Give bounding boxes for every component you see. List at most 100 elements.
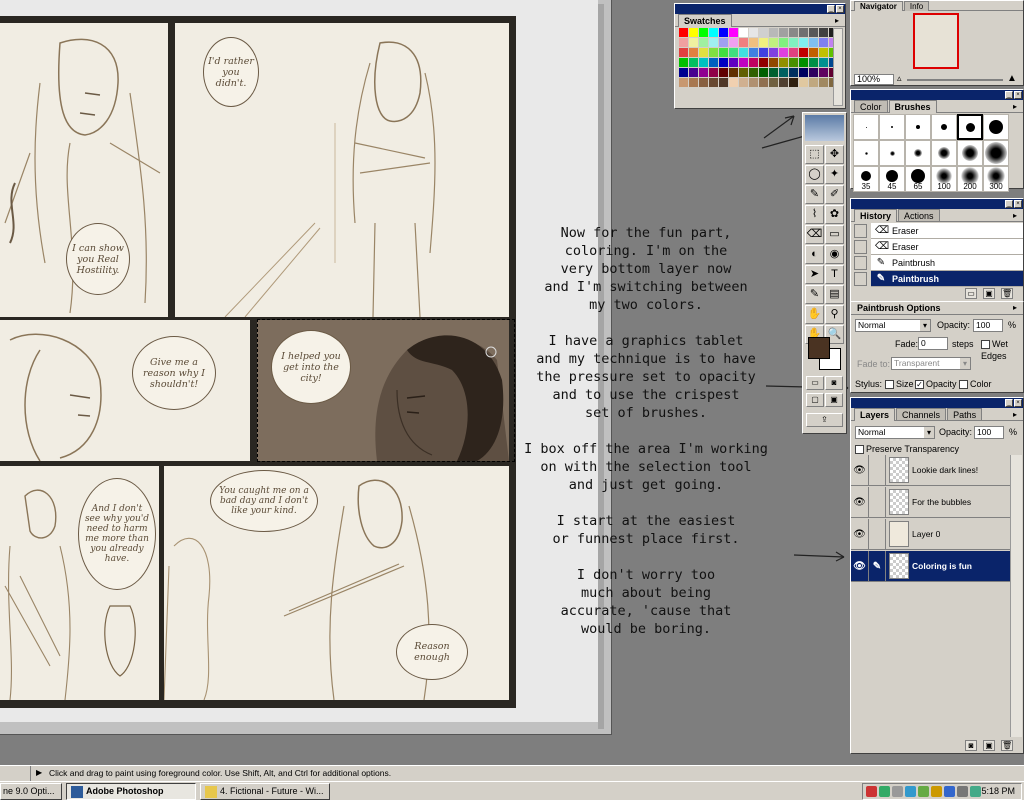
brush-preset[interactable] [983, 114, 1009, 140]
stylus-size-checkbox[interactable]: Size [885, 378, 914, 390]
color-swatch[interactable] [819, 78, 828, 87]
color-swatch[interactable] [699, 48, 708, 57]
color-swatch[interactable] [699, 78, 708, 87]
color-swatch[interactable] [759, 58, 768, 67]
trash-icon[interactable]: 🗑 [1001, 288, 1013, 299]
color-swatch[interactable] [789, 68, 798, 77]
color-swatch[interactable] [749, 28, 758, 37]
color-swatch[interactable] [759, 78, 768, 87]
color-swatch[interactable] [759, 68, 768, 77]
photoshop-logo[interactable] [805, 115, 844, 141]
color-swatch[interactable] [689, 38, 698, 47]
jump-to-imageready-button[interactable]: ⇪ [806, 413, 843, 427]
color-swatch[interactable] [739, 38, 748, 47]
add-mask-icon[interactable]: ◙ [965, 740, 977, 751]
color-swatch[interactable] [689, 78, 698, 87]
navigator-palette[interactable]: Navigator Info 100% ▵ ▲ [850, 0, 1024, 86]
color-swatch[interactable] [719, 38, 728, 47]
checkbox[interactable] [855, 445, 864, 455]
color-swatch[interactable] [789, 28, 798, 37]
brushes-palette[interactable]: _ × Color Brushes ▸ 35 45 65 100 200 300 [850, 89, 1024, 192]
layer-link-slot[interactable] [869, 454, 886, 486]
color-swatch[interactable] [719, 28, 728, 37]
tray-icon[interactable] [970, 786, 981, 797]
brush-preset-soft[interactable] [905, 140, 931, 166]
history-state[interactable]: ⌫ Eraser [871, 239, 1023, 255]
tray-icon[interactable] [918, 786, 929, 797]
tray-icon[interactable] [944, 786, 955, 797]
color-swatch[interactable] [679, 68, 688, 77]
minimize-icon[interactable]: _ [1005, 399, 1013, 407]
color-swatch[interactable] [779, 48, 788, 57]
tray-icon[interactable] [892, 786, 903, 797]
history-state[interactable]: ⌫ Eraser [871, 223, 1023, 239]
stylus-color-checkbox[interactable]: Color [959, 378, 992, 390]
color-swatch[interactable] [809, 28, 818, 37]
brush-preset[interactable] [931, 114, 957, 140]
screen-mode-full-button[interactable]: ▣ [825, 393, 843, 407]
tab-paths[interactable]: Paths [947, 408, 983, 420]
layers-palette[interactable]: _ × Layers Channels Paths ▸ Normal Opaci… [850, 397, 1024, 754]
brush-preset[interactable] [879, 114, 905, 140]
tab-layers[interactable]: Layers [854, 408, 896, 421]
color-swatch[interactable] [699, 28, 708, 37]
color-swatch[interactable] [789, 38, 798, 47]
palette-menu-icon[interactable]: ▸ [1010, 410, 1020, 420]
color-swatch[interactable] [769, 58, 778, 67]
color-swatch[interactable] [809, 58, 818, 67]
color-swatch[interactable] [709, 28, 718, 37]
brush-preset[interactable] [905, 114, 931, 140]
color-swatch[interactable] [679, 28, 688, 37]
color-swatch[interactable] [709, 58, 718, 67]
color-swatch[interactable] [739, 48, 748, 57]
layer-blend-mode-dropdown[interactable]: Normal [855, 426, 935, 439]
brush-preset-large[interactable]: 35 [853, 166, 879, 192]
eye-icon[interactable]: 👁 [851, 550, 869, 582]
preserve-transparency-checkbox[interactable]: Preserve Transparency [855, 443, 959, 455]
layer-row-selected[interactable]: 👁 ✎ Coloring is fun [851, 550, 1011, 582]
color-swatch[interactable] [799, 68, 808, 77]
palette-menu-icon[interactable]: ▸ [1010, 102, 1020, 112]
color-swatch[interactable] [729, 48, 738, 57]
color-swatch[interactable] [789, 78, 798, 87]
tool-button[interactable]: ▭ [825, 225, 844, 244]
fade-to-dropdown[interactable]: Transparent [891, 357, 971, 370]
opacity-field[interactable]: 100 [973, 319, 1003, 332]
color-swatch[interactable] [679, 78, 688, 87]
wet-edges-checkbox[interactable]: Wet Edges [981, 338, 1023, 362]
color-swatch[interactable] [719, 48, 728, 57]
color-swatch[interactable] [719, 68, 728, 77]
speaker-icon[interactable] [957, 786, 968, 797]
tool-button[interactable]: T [825, 265, 844, 284]
close-icon[interactable]: × [1014, 91, 1022, 99]
brush-preset-soft[interactable] [853, 140, 879, 166]
tab-info[interactable]: Info [903, 1, 930, 11]
minimize-icon[interactable]: _ [1005, 200, 1013, 208]
tool-button[interactable]: ➤ [805, 265, 824, 284]
color-swatch[interactable] [809, 48, 818, 57]
color-swatch[interactable] [779, 38, 788, 47]
layer-link-slot[interactable] [869, 486, 886, 518]
color-swatch[interactable] [739, 28, 748, 37]
history-brush-source[interactable] [854, 272, 867, 286]
clock[interactable]: 5:18 PM [981, 786, 1015, 796]
tool-button[interactable]: ✦ [825, 165, 844, 184]
tab-channels[interactable]: Channels [896, 408, 947, 420]
tool-button[interactable]: ✋ [805, 305, 824, 324]
brush-preset[interactable] [853, 114, 879, 140]
color-swatch[interactable] [769, 78, 778, 87]
minimize-icon[interactable]: _ [827, 5, 835, 13]
color-swatch[interactable] [799, 28, 808, 37]
blend-mode-dropdown[interactable]: Normal [855, 319, 931, 332]
color-swatch[interactable] [709, 78, 718, 87]
zoom-in-icon[interactable]: ▲ [1007, 73, 1017, 84]
color-swatch[interactable] [679, 58, 688, 67]
palette-titlebar[interactable]: _ × [851, 90, 1023, 100]
brush-preset-large[interactable]: 65 [905, 166, 931, 192]
brush-preset-large[interactable]: 45 [879, 166, 905, 192]
brush-preset-soft[interactable] [957, 140, 983, 166]
tray-icon[interactable] [931, 786, 942, 797]
palette-titlebar[interactable]: _ × [851, 398, 1023, 408]
tool-button[interactable]: ▤ [825, 285, 844, 304]
brush-preset-soft[interactable] [983, 140, 1009, 166]
